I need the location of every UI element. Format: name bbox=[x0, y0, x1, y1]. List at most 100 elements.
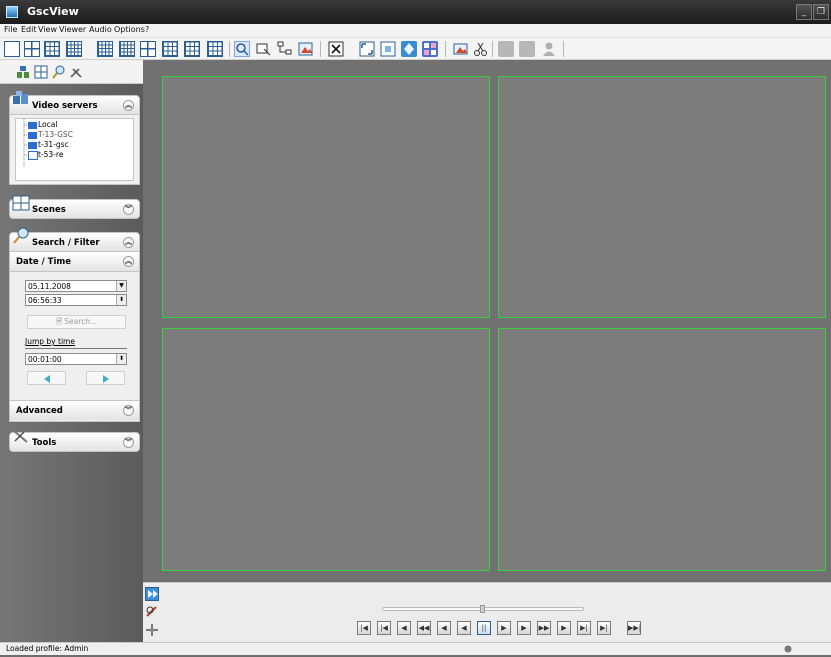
date-time-header[interactable]: Date / Time ︽ bbox=[10, 252, 139, 272]
collapse-date-time-button[interactable]: ︽ bbox=[123, 256, 134, 267]
sidebar-toolbar bbox=[0, 60, 143, 84]
layout-1x1-icon[interactable] bbox=[4, 41, 20, 57]
tools-tool-icon[interactable] bbox=[69, 65, 83, 79]
menu-help[interactable]: ? bbox=[145, 25, 149, 34]
archive-icon[interactable] bbox=[519, 41, 535, 57]
search-tool-icon[interactable] bbox=[52, 65, 66, 79]
window-icon[interactable] bbox=[380, 41, 396, 57]
layout-3x3-icon[interactable] bbox=[44, 41, 60, 57]
tree-item-t-53-re[interactable]: t-53-re bbox=[38, 150, 63, 159]
expand-tools-button[interactable]: ︾ bbox=[123, 437, 134, 448]
status-bar: Loaded profile: Admin bbox=[0, 642, 831, 655]
search-button[interactable]: 🗎 Search... bbox=[27, 315, 126, 329]
minimize-button[interactable]: _ bbox=[796, 4, 812, 20]
playback-speed-thumb[interactable] bbox=[480, 605, 485, 613]
pause-button[interactable]: || bbox=[477, 621, 491, 635]
tools-title: Tools bbox=[32, 438, 57, 448]
server-icon bbox=[28, 142, 37, 149]
prev-event-button[interactable]: |◀ bbox=[377, 621, 391, 635]
search-filter-header[interactable]: Search / Filter ︽ bbox=[9, 227, 140, 252]
tree-item-local[interactable]: Local bbox=[38, 120, 57, 129]
scissors-icon[interactable] bbox=[473, 41, 489, 57]
advanced-header[interactable]: Advanced ︾ bbox=[10, 400, 139, 420]
restore-button[interactable]: ❐ bbox=[813, 4, 829, 20]
connection-icon bbox=[783, 644, 793, 654]
layout-1plus12-icon[interactable] bbox=[184, 41, 200, 57]
close-viewer-icon[interactable] bbox=[328, 41, 344, 57]
goto-start-button[interactable]: |◀ bbox=[357, 621, 371, 635]
date-time-title: Date / Time bbox=[16, 257, 71, 267]
camera-tools-icon[interactable] bbox=[145, 604, 159, 618]
sync-icon[interactable] bbox=[401, 41, 417, 57]
jump-interval-spinner[interactable]: ⬍ bbox=[116, 354, 126, 364]
menu-edit[interactable]: Edit bbox=[21, 25, 37, 34]
expand-scenes-button[interactable]: ︾ bbox=[123, 204, 134, 215]
user-icon[interactable] bbox=[541, 41, 557, 57]
next-event-button[interactable]: ▶| bbox=[577, 621, 591, 635]
layout-border-icon[interactable] bbox=[207, 41, 223, 57]
layout-6x6-icon[interactable] bbox=[119, 41, 135, 57]
snapshot-icon[interactable] bbox=[256, 41, 272, 57]
viewer-area bbox=[143, 60, 831, 580]
time-spinner[interactable]: ⬍ bbox=[116, 295, 126, 305]
tree-item-t-31-gsc[interactable]: t-31-gsc bbox=[38, 140, 69, 149]
title-bar: GscView _ ❐ bbox=[0, 0, 831, 24]
layout-4x4-icon[interactable] bbox=[66, 41, 82, 57]
goto-end-button[interactable]: ▶| bbox=[597, 621, 611, 635]
export-icon[interactable] bbox=[453, 41, 469, 57]
fullscreen-icon[interactable] bbox=[359, 41, 375, 57]
tree-item-t-13-gsc[interactable]: T-13-GSC bbox=[38, 130, 73, 139]
step-forward-button[interactable]: ▶ bbox=[517, 621, 531, 635]
servers-tool-icon[interactable] bbox=[16, 65, 30, 79]
menu-audio[interactable]: Audio bbox=[89, 25, 112, 34]
scenes-header[interactable]: Scenes ︾ bbox=[9, 195, 140, 219]
date-field[interactable]: 05.11.2008 ▼ bbox=[25, 280, 127, 292]
collapse-search-filter-button[interactable]: ︽ bbox=[123, 237, 134, 248]
jump-forward-button[interactable] bbox=[86, 371, 125, 385]
date-value: 05.11.2008 bbox=[28, 282, 71, 291]
grid-icon[interactable] bbox=[422, 41, 438, 57]
viewer-tile-2[interactable] bbox=[498, 76, 826, 318]
scenes-icon bbox=[12, 194, 30, 212]
menu-view[interactable]: View bbox=[38, 25, 57, 34]
time-field[interactable]: 06:56:33 ⬍ bbox=[25, 294, 127, 306]
layout-1plus5-icon[interactable] bbox=[140, 41, 156, 57]
jump-by-time-label: Jump by time bbox=[25, 337, 75, 346]
layout-2x2-icon[interactable] bbox=[24, 41, 40, 57]
date-dropdown-button[interactable]: ▼ bbox=[116, 281, 126, 291]
step-back-button[interactable]: ◀ bbox=[437, 621, 451, 635]
scenes-tool-icon[interactable] bbox=[34, 65, 48, 79]
menu-file[interactable]: File bbox=[4, 25, 17, 34]
fast-forward-button[interactable]: ▶▶ bbox=[537, 621, 551, 635]
play-backward-button[interactable]: ◀ bbox=[457, 621, 471, 635]
search-filter-icon bbox=[12, 227, 30, 245]
video-servers-header[interactable]: Video servers ︽ bbox=[9, 91, 140, 115]
next-bookmark-button[interactable]: ▶ bbox=[557, 621, 571, 635]
menu-viewer[interactable]: Viewer bbox=[59, 25, 86, 34]
bookmark-icon[interactable] bbox=[298, 41, 314, 57]
play-mode-icon[interactable] bbox=[145, 587, 159, 601]
jump-interval-field[interactable]: 00:01:00 ⬍ bbox=[25, 353, 127, 365]
tools-header[interactable]: Tools ︾ bbox=[9, 430, 140, 452]
live-button[interactable]: ▶▶| bbox=[627, 621, 641, 635]
viewer-tile-3[interactable] bbox=[162, 328, 490, 571]
fast-rewind-button[interactable]: ◀◀ bbox=[417, 621, 431, 635]
collapse-video-servers-button[interactable]: ︽ bbox=[123, 100, 134, 111]
prev-bookmark-button[interactable]: ◀ bbox=[397, 621, 411, 635]
layout-5x5-icon[interactable] bbox=[97, 41, 113, 57]
video-server-tree: Local T-13-GSC t-31-gsc t-53-re bbox=[15, 118, 134, 181]
search-filter-title: Search / Filter bbox=[32, 238, 100, 248]
menu-options[interactable]: Options bbox=[114, 25, 145, 34]
expand-advanced-button[interactable]: ︾ bbox=[123, 405, 134, 416]
zoom-icon[interactable] bbox=[234, 41, 250, 57]
ptz-icon[interactable] bbox=[145, 623, 159, 637]
layout-1plus7-icon[interactable] bbox=[162, 41, 178, 57]
jump-back-button[interactable] bbox=[27, 371, 66, 385]
search-filter-panel: Date / Time ︽ 05.11.2008 ▼ 06:56:33 ⬍ 🗎 … bbox=[9, 252, 140, 422]
viewer-tile-1[interactable] bbox=[162, 76, 490, 318]
tree-icon[interactable] bbox=[277, 41, 293, 57]
viewer-tile-4[interactable] bbox=[498, 328, 826, 571]
window-title: GscView bbox=[27, 5, 79, 18]
disk-icon[interactable] bbox=[498, 41, 514, 57]
play-forward-button[interactable]: ▶ bbox=[497, 621, 511, 635]
